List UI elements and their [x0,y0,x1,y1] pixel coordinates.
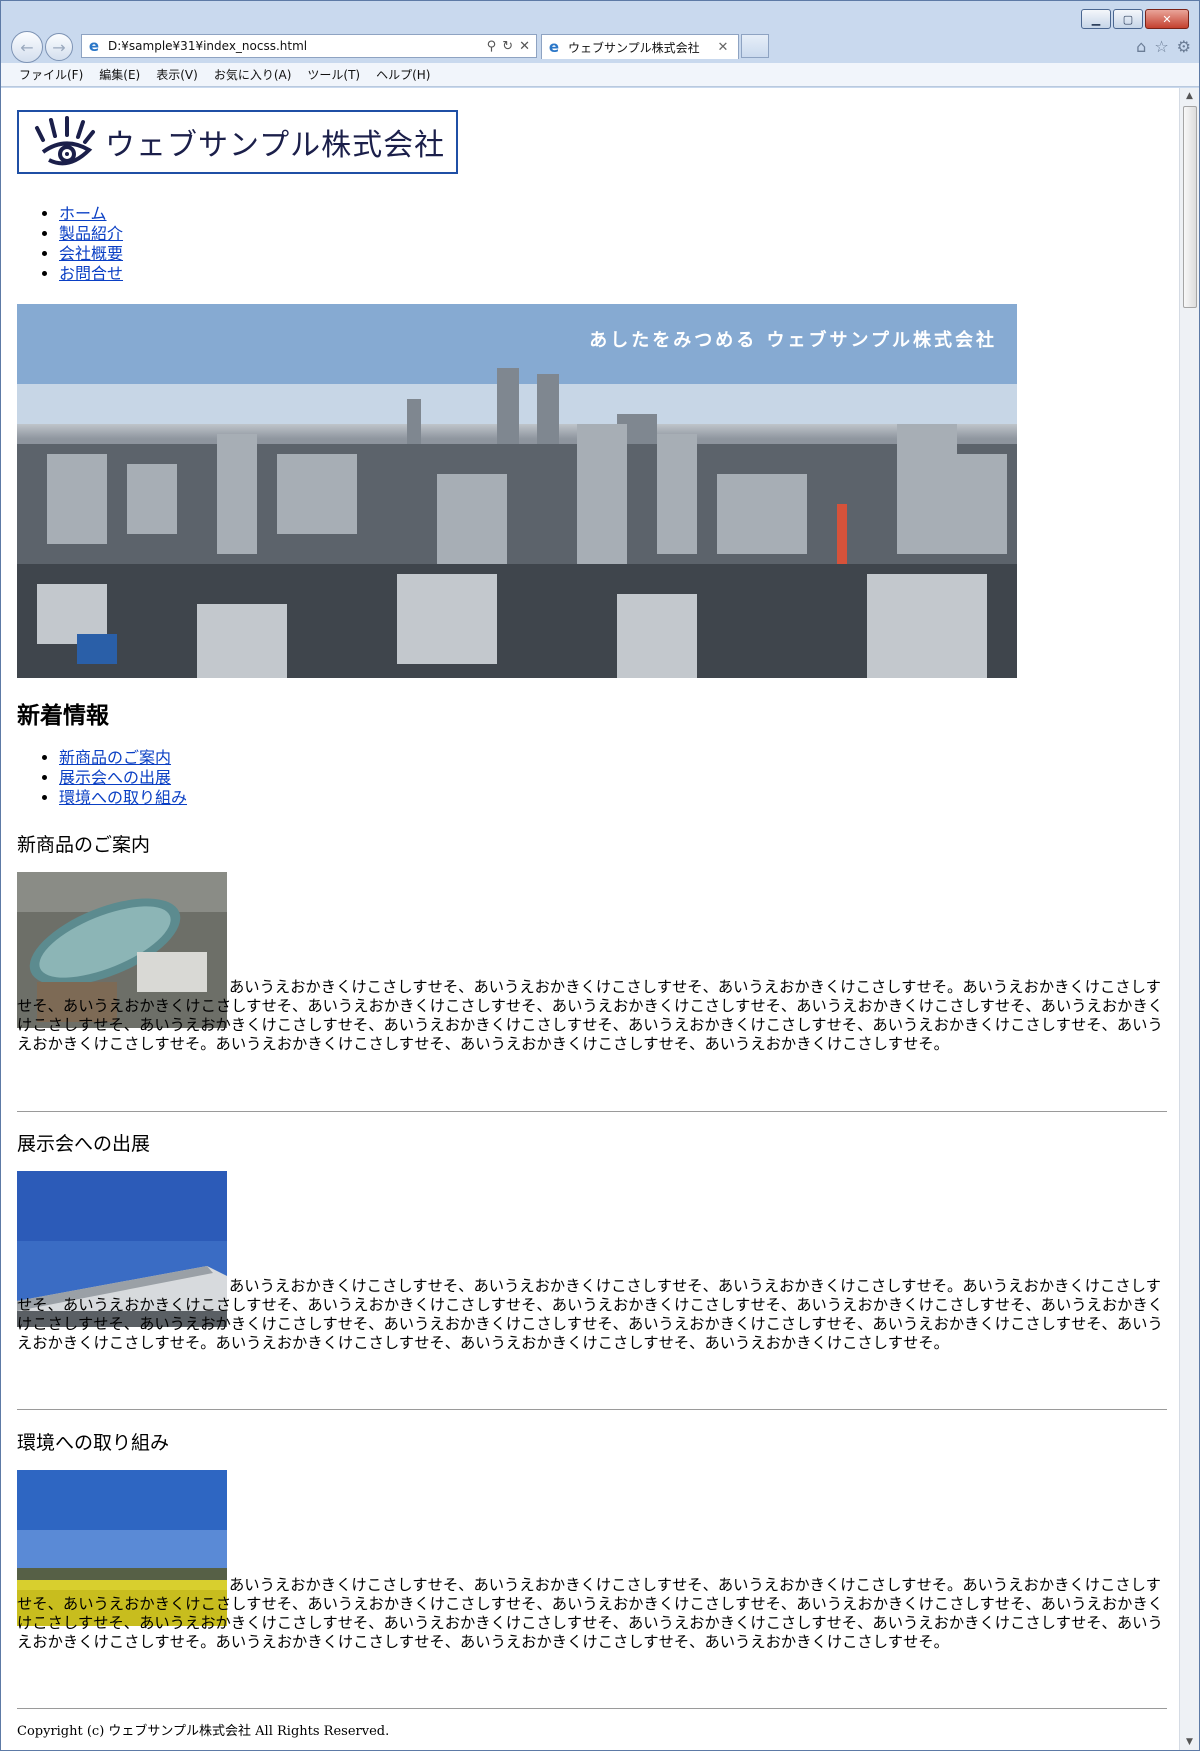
back-icon: ← [20,37,34,57]
browser-navbar: ← → e D:¥sample¥31¥index_nocss.html ⚲ ↻ … [1,31,1199,63]
footer-copyright: Copyright (c) ウェブサンプル株式会社 All Rights Res… [17,1724,390,1739]
divider [17,1708,1167,1709]
settings-icon[interactable]: ⚙ [1177,37,1191,56]
article-body: あいうえおかきくけこさしすせそ、あいうえおかきくけこさしすせそ、あいうえおかきく… [17,978,1164,1053]
menu-file[interactable]: ファイル(F) [19,66,83,83]
nav-item-products: 製品紹介 [59,224,123,244]
divider [17,1409,1167,1410]
hero-image: あしたをみつめる ウェブサンプル株式会社 [17,304,1017,678]
divider [17,1111,1167,1112]
scroll-down-icon[interactable]: ▼ [1180,1734,1199,1750]
forward-button[interactable]: → [45,33,73,61]
article-title: 環境への取り組み [17,1432,170,1454]
site-logo[interactable]: ウェブサンプル株式会社 [17,110,458,174]
news-item: 展示会への出展 [59,768,187,788]
menu-help[interactable]: ヘルプ(H) [376,66,430,83]
page-viewport: ウェブサンプル株式会社 ホーム 製品紹介 会社概要 お問合せ [1,88,1179,1750]
nav-link-contact[interactable]: お問合せ [59,264,123,283]
address-bar[interactable]: e D:¥sample¥31¥index_nocss.html ⚲ ↻ ✕ [81,34,537,58]
article-title: 展示会への出展 [17,1133,151,1155]
window-controls: ▁ ▢ ✕ [1081,9,1189,29]
city-skyline [17,304,1017,678]
scroll-thumb[interactable] [1183,106,1197,308]
tab-active[interactable]: e ウェブサンプル株式会社 ✕ [541,34,739,59]
news-link-exhibition[interactable]: 展示会への出展 [59,768,171,787]
forward-icon: → [52,37,66,57]
browser-window: ▁ ▢ ✕ ← → e D:¥sample¥31¥index_nocss.htm… [0,0,1200,1751]
scroll-up-icon[interactable]: ▲ [1180,88,1199,104]
article-title: 新商品のご案内 [17,834,151,856]
vertical-scrollbar[interactable]: ▲ ▼ [1179,88,1199,1750]
news-item: 新商品のご案内 [59,748,187,768]
menu-bar: ファイル(F) 編集(E) 表示(V) お気に入り(A) ツール(T) ヘルプ(… [1,63,1199,87]
nav-item-home: ホーム [59,204,123,224]
tab-title: ウェブサンプル株式会社 [568,40,700,55]
nav-item-company: 会社概要 [59,244,123,264]
menu-edit[interactable]: 編集(E) [99,66,140,83]
tab-close-icon[interactable]: ✕ [716,40,730,55]
news-heading: 新着情報 [17,703,109,729]
favorites-icon[interactable]: ☆ [1154,37,1168,56]
main-nav: ホーム 製品紹介 会社概要 お問合せ [41,204,123,284]
new-tab-button[interactable] [741,34,769,58]
menu-favorites[interactable]: お気に入り(A) [214,66,292,83]
logo-text: ウェブサンプル株式会社 [105,128,446,163]
refresh-icon[interactable]: ↻ [502,39,513,54]
news-links: 新商品のご案内 展示会への出展 環境への取り組み [41,748,187,808]
home-icon[interactable]: ⌂ [1136,37,1146,56]
news-link-environment[interactable]: 環境への取り組み [59,788,187,807]
search-icon[interactable]: ⚲ [487,39,497,54]
news-link-new-products[interactable]: 新商品のご案内 [59,748,171,767]
close-button[interactable]: ✕ [1145,9,1189,29]
minimize-button[interactable]: ▁ [1081,9,1111,29]
hero-caption: あしたをみつめる ウェブサンプル株式会社 [589,330,997,351]
nav-link-products[interactable]: 製品紹介 [59,224,123,243]
nav-link-company[interactable]: 会社概要 [59,244,123,263]
back-button[interactable]: ← [11,31,43,63]
article-body: あいうえおかきくけこさしすせそ、あいうえおかきくけこさしすせそ、あいうえおかきく… [17,1576,1164,1651]
nav-item-contact: お問合せ [59,264,123,284]
address-text[interactable]: D:¥sample¥31¥index_nocss.html [108,39,487,53]
title-bar: ▁ ▢ ✕ [1,1,1199,35]
news-item: 環境への取り組み [59,788,187,808]
menu-view[interactable]: 表示(V) [156,66,198,83]
tab-ie-icon: e [548,38,560,56]
stop-icon[interactable]: ✕ [519,39,530,54]
nav-link-home[interactable]: ホーム [59,204,107,223]
maximize-button[interactable]: ▢ [1113,9,1143,29]
menu-tools[interactable]: ツール(T) [307,66,360,83]
ie-page-icon: e [88,37,100,55]
logo-eye-icon [35,116,95,166]
article-body: あいうえおかきくけこさしすせそ、あいうえおかきくけこさしすせそ、あいうえおかきく… [17,1277,1164,1352]
